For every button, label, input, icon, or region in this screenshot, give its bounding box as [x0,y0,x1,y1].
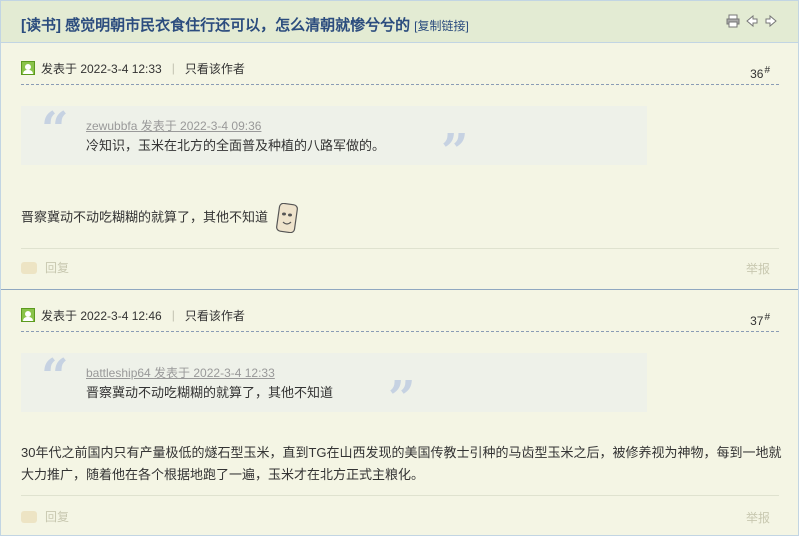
post-divider [21,331,779,332]
only-author-link[interactable]: 只看该作者 [185,307,245,324]
post-body: 30年代之前国内只有产量极低的燧石型玉米，直到TG在山西发现的美国传教士引种的马… [21,445,782,482]
thread-title-text: [读书] 感觉明朝市民衣食住行还可以，怎么清朝就惨兮兮的 [21,17,411,34]
open-quote-icon: “ [41,102,69,158]
meta-separator: | [171,61,175,75]
floor-number[interactable]: 36# [750,65,770,81]
next-thread-icon[interactable] [764,14,778,28]
reply-icon [21,510,37,523]
thread-title: [读书] 感觉明朝市民衣食住行还可以，怎么清朝就惨兮兮的 [复制链接] [21,14,469,35]
online-status-icon [21,308,35,322]
action-divider [21,495,779,496]
floor-value: 36 [750,67,764,81]
report-link[interactable]: 举报 [746,260,770,277]
quote-text: 晋察冀动不动吃糊糊的就算了，其他不知道 [86,385,334,400]
close-quote-icon: ” [388,371,416,427]
post-meta: 发表于 2022-3-4 12:33 | 只看该作者 [21,60,245,76]
open-quote-icon: “ [41,349,69,405]
close-quote-icon: ” [441,124,469,180]
floor-suffix: # [764,65,770,76]
quote-text: 冷知识，玉米在北方的全面普及种植的八路军做的。 [86,138,386,153]
post-37: 发表于 2022-3-4 12:46 | 只看该作者 37# “ battles… [1,289,798,536]
floor-number[interactable]: 37# [750,312,770,328]
quote-author[interactable]: zewubbfa 发表于 2022-3-4 09:36 [86,117,261,134]
reply-button[interactable]: 回复 [21,259,69,276]
header-icons [726,14,778,28]
print-icon[interactable] [726,14,740,28]
reply-label: 回复 [45,261,70,275]
post-meta: 发表于 2022-3-4 12:46 | 只看该作者 [21,307,245,323]
post-36: 发表于 2022-3-4 12:33 | 只看该作者 36# “ zewubbf… [1,43,798,288]
thread-frame: [读书] 感觉明朝市民衣食住行还可以，怎么清朝就惨兮兮的 [复制链接] 发表于 2… [0,0,799,536]
reply-icon [21,261,37,274]
post-date: 发表于 2022-3-4 12:46 [41,308,162,323]
only-author-link[interactable]: 只看该作者 [185,60,245,77]
post-body: 晋察冀动不动吃糊糊的就算了，其他不知道 [21,202,786,234]
reply-label: 回复 [45,510,70,524]
reply-button[interactable]: 回复 [21,508,69,525]
quote-block: “ battleship64 发表于 2022-3-4 12:33 晋察冀动不动… [21,349,647,423]
post-body-text: 晋察冀动不动吃糊糊的就算了，其他不知道 [21,209,269,225]
prev-thread-icon[interactable] [745,14,759,28]
thread-header: [读书] 感觉明朝市民衣食住行还可以，怎么清朝就惨兮兮的 [复制链接] [1,1,798,43]
post-date: 发表于 2022-3-4 12:33 [41,61,162,76]
online-status-icon [21,61,35,75]
copy-link[interactable]: [复制链接] [414,19,469,33]
floor-value: 37 [750,314,764,328]
quote-author[interactable]: battleship64 发表于 2022-3-4 12:33 [86,364,275,381]
post-divider [21,84,779,85]
smiley-icon [275,202,298,234]
report-link[interactable]: 举报 [746,509,770,526]
meta-separator: | [171,308,175,322]
action-divider [21,248,779,249]
floor-suffix: # [764,312,770,323]
quote-block: “ zewubbfa 发表于 2022-3-4 09:36 冷知识，玉米在北方的… [21,102,647,176]
